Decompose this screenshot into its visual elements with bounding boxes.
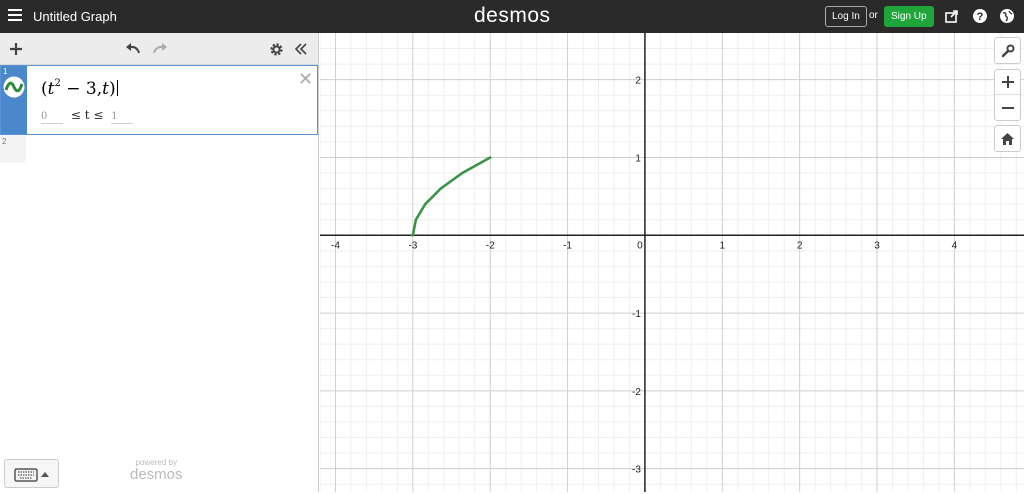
zoom-out-icon[interactable] [995,95,1020,120]
expression-number: 1 [3,67,8,76]
x-tick-label: 0 [637,240,643,251]
powered-by[interactable]: powered by desmos [130,458,183,483]
domain-inequality: ≤ t ≤ [70,108,104,122]
expression-toolbar [0,33,318,65]
expression-rest: − 3, [60,79,103,99]
powered-by-brand: desmos [130,466,183,483]
undo-icon[interactable] [122,38,144,60]
expression-latex[interactable]: (t2 − 3,t) [41,78,118,99]
share-icon[interactable] [944,8,960,24]
param-variable: t [102,79,109,99]
expression-panel: 1 (t2 − 3,t) 0 ≤ t ≤ 1 ✕ 2 powered by de… [0,33,319,492]
major-grid [320,33,1024,492]
settings-icon[interactable] [265,38,287,60]
x-tick-label: 3 [874,240,880,251]
log-in-button[interactable]: Log In [825,6,867,27]
globe-icon[interactable] [999,8,1015,24]
y-tick-label: 1 [635,153,641,164]
desmos-logo: desmos [474,4,551,27]
y-tick-label: -3 [632,465,641,476]
keyboard-icon [14,468,49,482]
home-icon[interactable] [995,126,1020,151]
zoom-in-icon[interactable] [995,70,1020,95]
y-tick-label: -1 [632,309,641,320]
parameter-domain: 0 ≤ t ≤ 1 [41,108,134,124]
expression-number-2: 2 [2,137,7,146]
or-label: or [869,10,878,21]
expression-tab[interactable]: 1 [1,66,27,134]
graph-paper[interactable]: -4 -3 -2 -1 0 1 2 3 4 2 1 -1 -2 -3 [320,33,1024,492]
minor-grid [320,33,1024,492]
expression-item[interactable]: 1 (t2 − 3,t) 0 ≤ t ≤ 1 ✕ [0,65,318,135]
top-bar: Untitled Graph desmos Log In or Sign Up … [0,0,1024,33]
collapse-icon[interactable] [290,38,312,60]
zoom-box [994,69,1021,121]
x-tick-label: 4 [952,240,958,251]
redo-icon[interactable] [149,38,171,60]
domain-max-input[interactable]: 1 [111,111,134,124]
x-tick-label: -4 [331,240,340,251]
help-icon[interactable]: ? [972,8,988,24]
x-tick-label: -3 [408,240,417,251]
home-box [994,125,1021,152]
x-tick-label: -1 [563,240,572,251]
curve-series-1[interactable] [411,156,492,237]
graph-title[interactable]: Untitled Graph [33,9,117,24]
domain-min-input[interactable]: 0 [41,111,63,124]
x-tick-label: -2 [486,240,495,251]
add-icon[interactable] [5,38,27,60]
close-icon[interactable]: ✕ [298,69,313,90]
graph-settings-box [994,37,1021,64]
text-cursor [116,80,118,96]
y-tick-label: 2 [635,76,641,87]
axes [320,33,1024,492]
wrench-icon[interactable] [995,38,1020,63]
x-tick-label: 2 [797,240,803,251]
svg-text:?: ? [977,11,984,23]
sign-up-button[interactable]: Sign Up [884,6,934,27]
y-tick-label: -2 [632,387,641,398]
parametric-curve-icon[interactable] [3,76,25,98]
x-tick-label: 1 [720,240,726,251]
menu-icon[interactable] [8,9,22,23]
keyboard-button[interactable] [4,459,59,488]
